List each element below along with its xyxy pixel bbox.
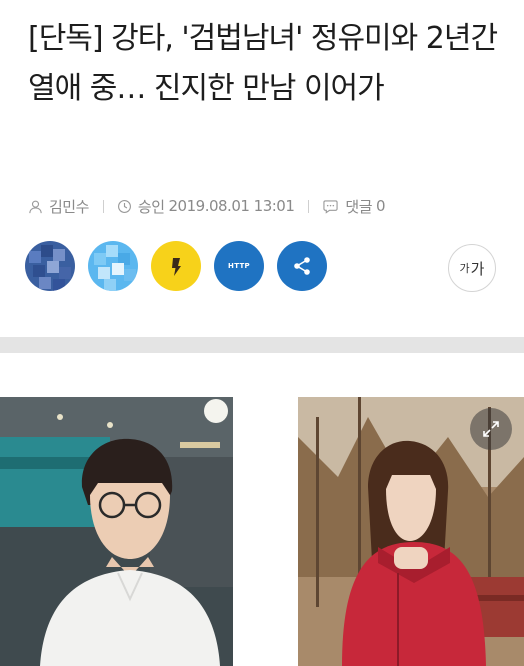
approved-label: 승인 (137, 197, 165, 216)
font-size-large-label: 가 (470, 259, 485, 278)
approved-datetime: 2019.08.01 13:01 (168, 197, 295, 215)
user-icon (28, 199, 43, 214)
share-icon (294, 257, 310, 275)
comments-count[interactable]: 0 (376, 197, 386, 215)
kakaostory-icon (172, 258, 181, 276)
kakaostory-share-button[interactable] (151, 241, 201, 291)
meta-divider (308, 199, 310, 213)
article-headline: [단독] 강타, '검법남녀' 정유미와 2년간 열애 중… 진지한 만남 이어… (28, 21, 498, 106)
clock-icon (117, 199, 132, 214)
comment-icon (322, 199, 339, 214)
article-photos (0, 397, 524, 666)
meta-divider (102, 199, 104, 213)
share-button[interactable] (277, 241, 327, 291)
font-size-button[interactable]: 가가 (448, 244, 496, 292)
section-divider (0, 337, 524, 353)
article-meta: 김민수 승인 2019.08.01 13:01 댓글 0 (28, 194, 386, 218)
expand-icon (483, 421, 499, 437)
font-size-small-label: 가 (459, 262, 470, 275)
photo-man[interactable] (0, 397, 233, 666)
http-label: HTTP (228, 262, 250, 270)
expand-photo-button[interactable] (470, 408, 512, 450)
author-name: 김민수 (49, 197, 89, 216)
twitter-share-button[interactable] (88, 241, 138, 291)
copy-url-button[interactable]: HTTP (214, 241, 264, 291)
comments-label[interactable]: 댓글 (345, 196, 372, 217)
facebook-share-button[interactable] (25, 241, 75, 291)
share-buttons: HTTP (25, 241, 327, 293)
